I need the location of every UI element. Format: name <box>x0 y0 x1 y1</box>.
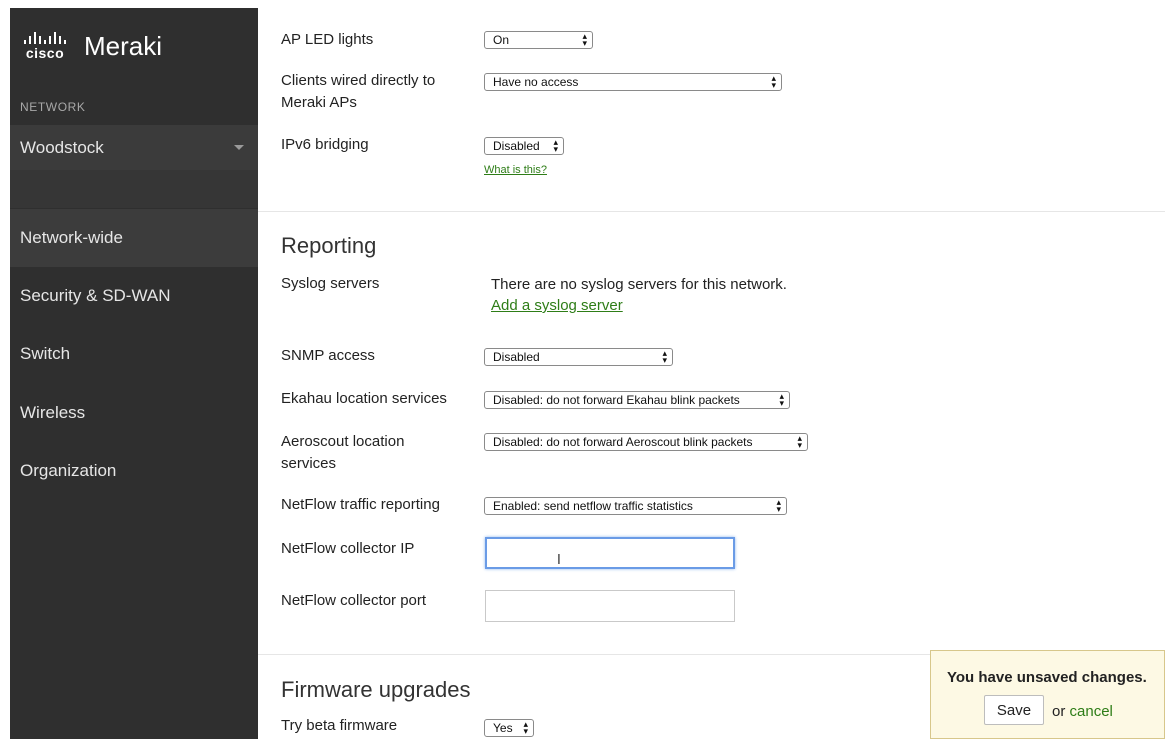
unsaved-changes-panel: You have unsaved changes. Save or cancel <box>930 650 1165 739</box>
collector-ip-input[interactable]: I <box>485 537 735 569</box>
beta-firmware-value: Yes <box>493 721 513 735</box>
sidebar-item-label: Security & SD-WAN <box>20 286 171 305</box>
sidebar-spacer <box>10 170 258 208</box>
collector-port-input[interactable] <box>485 590 735 622</box>
cisco-logo: cisco <box>20 31 70 61</box>
aeroscout-label-line1: Aeroscout location <box>281 433 405 450</box>
sidebar-item-security-sdwan[interactable]: Security & SD-WAN <box>10 267 258 325</box>
ipv6-bridging-label: IPv6 bridging <box>281 136 369 153</box>
select-arrows-icon: ▴ ▾ <box>523 719 528 736</box>
text-cursor-icon: I <box>557 553 561 568</box>
unsaved-message: You have unsaved changes. <box>947 669 1147 686</box>
netflow-select[interactable]: Enabled: send netflow traffic statistics… <box>484 497 787 515</box>
clients-wired-label-line2: Meraki APs <box>281 94 357 111</box>
snmp-value: Disabled <box>493 350 540 364</box>
ekahau-value: Disabled: do not forward Ekahau blink pa… <box>493 393 740 407</box>
aeroscout-select[interactable]: Disabled: do not forward Aeroscout blink… <box>484 433 808 451</box>
main-content: AP LED lights On ▴ ▾ Clients wired direct… <box>258 0 1165 739</box>
select-arrows-icon: ▴ ▾ <box>771 73 776 90</box>
or-cancel: or cancel <box>1052 703 1113 720</box>
brand-logo[interactable]: cisco Meraki <box>20 26 162 66</box>
sidebar-item-wireless[interactable]: Wireless <box>10 384 258 442</box>
syslog-empty-text: There are no syslog servers for this net… <box>491 276 787 293</box>
select-arrows-icon: ▴ ▾ <box>797 433 802 450</box>
beta-firmware-select[interactable]: Yes ▴ ▾ <box>484 719 534 737</box>
reporting-title: Reporting <box>281 233 377 258</box>
clients-wired-value: Have no access <box>493 75 579 89</box>
netflow-label: NetFlow traffic reporting <box>281 496 440 513</box>
sidebar-item-network-wide[interactable]: Network-wide <box>10 209 258 267</box>
clients-wired-label-line1: Clients wired directly to <box>281 72 436 89</box>
section-divider <box>258 211 1165 212</box>
aeroscout-label: Aeroscout location services <box>281 431 404 475</box>
select-arrows-icon: ▴ ▾ <box>662 348 667 365</box>
select-arrows-icon: ▴ ▾ <box>582 31 587 48</box>
network-section-label: NETWORK <box>20 100 86 114</box>
collector-ip-label: NetFlow collector IP <box>281 540 415 557</box>
ipv6-bridging-select[interactable]: Disabled ▴ ▾ <box>484 137 564 155</box>
ap-led-value: On <box>493 33 510 47</box>
cisco-wordmark: cisco <box>25 44 65 61</box>
or-text: or <box>1052 703 1066 720</box>
network-name: Woodstock <box>20 137 104 157</box>
collector-port-label: NetFlow collector port <box>281 592 427 609</box>
snmp-select[interactable]: Disabled ▴ ▾ <box>484 348 673 366</box>
firmware-title: Firmware upgrades <box>281 677 471 702</box>
sidebar-item-label: Wireless <box>20 403 86 422</box>
ap-led-label: AP LED lights <box>281 31 374 48</box>
snmp-label: SNMP access <box>281 347 375 364</box>
sidebar-item-label: Organization <box>20 461 117 480</box>
clients-wired-label: Clients wired directly to Meraki APs <box>281 70 435 114</box>
select-arrows-icon: ▴ ▾ <box>776 497 781 514</box>
ap-led-select[interactable]: On ▴ ▾ <box>484 31 593 49</box>
clients-wired-select[interactable]: Have no access ▴ ▾ <box>484 73 782 91</box>
aeroscout-label-line2: services <box>281 455 337 472</box>
caret-down-icon <box>234 145 244 150</box>
beta-firmware-label: Try beta firmware <box>281 717 398 734</box>
cisco-bars-icon <box>24 31 66 44</box>
save-button[interactable]: Save <box>984 695 1044 725</box>
sidebar-item-label: Network-wide <box>20 228 123 247</box>
sidebar-item-switch[interactable]: Switch <box>10 325 258 383</box>
select-arrows-icon: ▴ ▾ <box>553 137 558 154</box>
sidebar: cisco Meraki NETWORK Woodstock Network-w… <box>10 8 258 739</box>
sidebar-item-label: Switch <box>20 344 71 363</box>
syslog-label: Syslog servers <box>281 275 380 292</box>
ekahau-select[interactable]: Disabled: do not forward Ekahau blink pa… <box>484 391 790 409</box>
cancel-link[interactable]: cancel <box>1070 703 1113 720</box>
sidebar-item-organization[interactable]: Organization <box>10 442 258 500</box>
select-arrows-icon: ▴ ▾ <box>779 391 784 408</box>
product-name: Meraki <box>84 30 163 61</box>
add-syslog-server-link[interactable]: Add a syslog server <box>491 297 623 314</box>
netflow-value: Enabled: send netflow traffic statistics <box>493 499 693 513</box>
ekahau-label: Ekahau location services <box>281 390 447 407</box>
network-selector[interactable]: Woodstock <box>10 125 258 170</box>
ipv6-bridging-value: Disabled <box>493 139 540 153</box>
aeroscout-value: Disabled: do not forward Aeroscout blink… <box>493 435 753 449</box>
what-is-this-link[interactable]: What is this? <box>484 164 547 176</box>
